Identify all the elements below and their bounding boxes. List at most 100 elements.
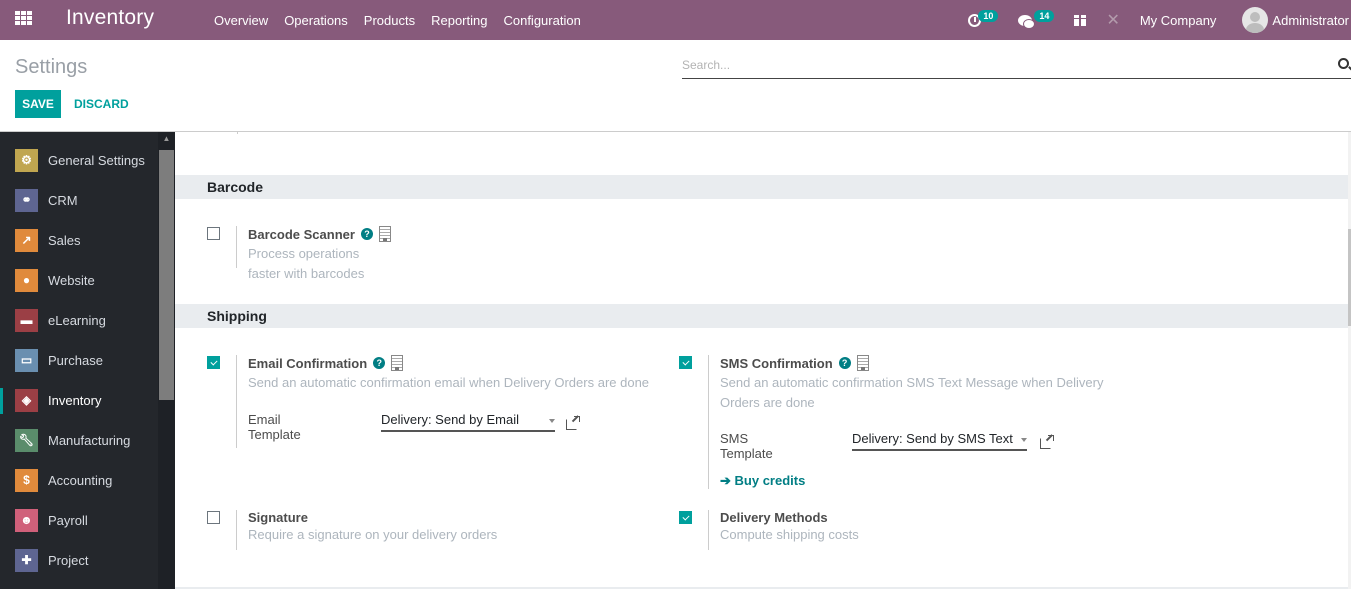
menu-overview[interactable]: Overview — [214, 13, 268, 28]
setting-body: Delivery Methods Compute shipping costs — [720, 510, 1120, 545]
setting-title: Signature — [248, 510, 308, 525]
sms-template-select[interactable]: Delivery: Send by SMS Text — [852, 431, 1027, 451]
setting-description: Compute shipping costs — [720, 527, 859, 542]
sidebar-item-elearning[interactable]: ▬ eLearning — [0, 300, 158, 340]
section-title: Shipping — [207, 308, 267, 324]
menu-operations[interactable]: Operations — [284, 13, 348, 28]
save-button[interactable]: SAVE — [15, 90, 61, 118]
setting-body: SMS Confirmation ? Send an automatic con… — [720, 355, 1120, 413]
search-input[interactable] — [682, 53, 1322, 77]
search-icon[interactable] — [1338, 58, 1349, 69]
search-box — [682, 53, 1351, 79]
divider — [236, 226, 237, 268]
section-header-barcode: Barcode — [175, 175, 1348, 199]
setting-body: Barcode Scanner ? Process operations fas… — [248, 226, 391, 284]
sidebar-item-general-settings[interactable]: ⚙ General Settings — [0, 140, 158, 180]
presentation-icon: ▬ — [15, 308, 38, 332]
sidebar-item-manufacturing[interactable]: 🔧︎ Manufacturing — [0, 420, 158, 460]
gift-icon — [1074, 14, 1087, 26]
sidebar-item-project[interactable]: ✚ Project — [0, 540, 158, 580]
systray: 10 14 ✕ My Company Administrator — [968, 0, 1351, 40]
globe-icon: ● — [15, 268, 38, 292]
sidebar-item-label: Website — [48, 272, 95, 288]
building-icon — [856, 355, 869, 371]
invoice-icon: $ — [15, 468, 38, 492]
gift-button[interactable] — [1074, 14, 1087, 26]
sidebar-item-label: General Settings — [48, 152, 145, 168]
building-icon — [378, 226, 391, 242]
setting-description: Require a signature on your delivery ord… — [248, 527, 498, 542]
sidebar-item-sales[interactable]: ↗ Sales — [0, 220, 158, 260]
sms-template-label: SMS Template — [720, 431, 773, 461]
help-icon[interactable]: ? — [838, 357, 851, 369]
arrow-right-icon: ➔ — [720, 473, 731, 488]
debug-button[interactable]: ✕ — [1106, 10, 1119, 30]
signature-checkbox[interactable] — [207, 511, 220, 524]
buy-credits-link[interactable]: ➔ Buy credits — [720, 473, 805, 489]
setting-body: Email Confirmation ? Send an automatic c… — [248, 355, 668, 393]
avatar — [1242, 7, 1269, 33]
menu-products[interactable]: Products — [364, 13, 415, 28]
sidebar-item-label: Accounting — [48, 472, 113, 488]
wrench-icon: 🔧︎ — [15, 428, 38, 452]
activity-button[interactable]: 10 — [968, 10, 999, 27]
help-icon[interactable]: ? — [373, 357, 386, 369]
barcode-scanner-checkbox[interactable] — [207, 227, 220, 240]
external-link-icon[interactable] — [1040, 435, 1054, 449]
gear-icon: ⚙ — [15, 148, 38, 172]
section-header-shipping: Shipping — [175, 304, 1348, 328]
menu-configuration[interactable]: Configuration — [503, 13, 580, 28]
sidebar-item-crm[interactable]: ⚭ CRM — [0, 180, 158, 220]
user-money-icon: ☻ — [15, 508, 38, 532]
sidebar-item-payroll[interactable]: ☻ Payroll — [0, 500, 158, 540]
settings-content: Barcode Barcode Scanner ? Process operat… — [175, 132, 1351, 589]
sidebar-item-purchase[interactable]: ▭ Purchase — [0, 340, 158, 380]
menu-reporting[interactable]: Reporting — [431, 13, 487, 28]
scroll-up-icon[interactable]: ▲ — [158, 134, 175, 148]
buy-credits-text: Buy credits — [734, 473, 806, 488]
apps-menu-icon[interactable] — [15, 11, 33, 25]
sidebar-item-label: Sales — [48, 232, 81, 248]
divider — [708, 510, 709, 550]
chart-line-icon: ↗ — [15, 228, 38, 252]
user-menu[interactable]: Administrator — [1242, 7, 1349, 33]
sidebar-item-inventory[interactable]: ◈ Inventory — [0, 380, 158, 420]
messages-button[interactable]: 14 — [1018, 10, 1055, 29]
email-template-label: Email Template — [248, 412, 301, 442]
sidebar-item-label: Project — [48, 552, 89, 568]
sidebar-item-label: Inventory — [48, 392, 102, 408]
sidebar-scrollbar[interactable]: ▲ — [158, 132, 175, 589]
setting-title: SMS Confirmation ? — [720, 355, 1120, 371]
sidebar-item-label: Manufacturing — [48, 432, 131, 448]
sidebar-item-website[interactable]: ● Website — [0, 260, 158, 300]
setting-body: Signature Require a signature on your de… — [248, 510, 648, 545]
divider — [236, 510, 237, 550]
sidebar-item-accounting[interactable]: $ Accounting — [0, 460, 158, 500]
setting-description: Process operations faster with barcodes — [248, 246, 365, 281]
main-menu: Overview Operations Products Reporting C… — [214, 0, 597, 40]
delivery-methods-checkbox[interactable] — [679, 511, 692, 524]
sidebar-item-label: CRM — [48, 192, 78, 208]
box-icon: ◈ — [15, 388, 38, 412]
setting-title: Email Confirmation ? — [248, 355, 668, 371]
setting-title-text: SMS Confirmation — [720, 355, 833, 371]
setting-description: Send an automatic confirmation SMS Text … — [720, 375, 1104, 410]
sidebar-scroll-thumb[interactable] — [159, 150, 174, 400]
external-link-icon[interactable] — [566, 416, 580, 430]
divider — [236, 355, 237, 448]
setting-title: Delivery Methods — [720, 510, 828, 525]
sidebar-item-label: Payroll — [48, 512, 88, 528]
email-template-select[interactable]: Delivery: Send by Email — [381, 412, 555, 432]
page-title: Settings — [15, 56, 88, 78]
caret-down-icon — [549, 419, 555, 423]
tools-icon: ✕ — [1106, 12, 1120, 29]
setting-description: Send an automatic confirmation email whe… — [248, 375, 650, 390]
help-icon[interactable]: ? — [360, 228, 373, 240]
email-confirmation-checkbox[interactable] — [207, 356, 220, 369]
setting-title: Barcode Scanner ? — [248, 226, 391, 242]
sms-confirmation-checkbox[interactable] — [679, 356, 692, 369]
app-brand[interactable]: Inventory — [66, 6, 154, 30]
discard-button[interactable]: DISCARD — [68, 90, 135, 118]
handshake-icon: ⚭ — [15, 188, 38, 212]
company-switcher[interactable]: My Company — [1140, 13, 1217, 28]
